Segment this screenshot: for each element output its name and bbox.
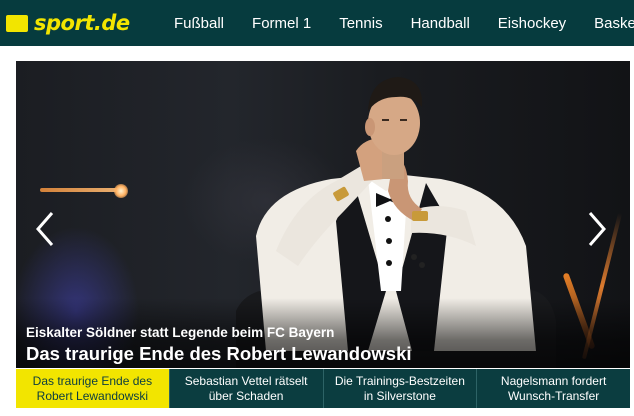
- teaser-line: Robert Lewandowski: [36, 388, 149, 403]
- nav-item-eishockey[interactable]: Eishockey: [498, 15, 566, 32]
- teaser-line: Die Trainings-Bestzeiten: [334, 373, 465, 388]
- nav-item-basketball[interactable]: Basketball: [594, 15, 634, 32]
- main-nav: Fußball Formel 1 Tennis Handball Eishock…: [174, 0, 634, 46]
- hero-kicker[interactable]: Eiskalter Söldner statt Legende beim FC …: [26, 325, 334, 340]
- nav-item-formel-1[interactable]: Formel 1: [252, 15, 311, 32]
- hero-headline[interactable]: Das traurige Ende des Robert Lewandowski: [26, 343, 412, 365]
- hero-slider[interactable]: Eiskalter Söldner statt Legende beim FC …: [16, 61, 630, 368]
- chevron-left-icon[interactable]: [34, 211, 56, 247]
- teaser-line: Das traurige Ende des: [32, 373, 153, 388]
- teaser-title: Sebastian Vettel rätselt über Schaden: [185, 374, 308, 404]
- teaser-line: Sebastian Vettel rätselt: [184, 373, 308, 388]
- teaser-line: Wunsch-Transfer: [507, 388, 600, 403]
- nav-item-tennis[interactable]: Tennis: [339, 15, 382, 32]
- nav-item-handball[interactable]: Handball: [411, 15, 470, 32]
- teaser-line: über Schaden: [208, 388, 284, 403]
- logo-text: sport.de: [34, 11, 130, 35]
- nav-item-fussball[interactable]: Fußball: [174, 15, 224, 32]
- teaser-item[interactable]: Nagelsmann fordert Wunsch-Transfer: [477, 369, 630, 408]
- teaser-item[interactable]: Die Trainings-Bestzeiten in Silverstone: [323, 369, 478, 408]
- teaser-line: in Silverstone: [363, 388, 436, 403]
- teaser-item[interactable]: Das traurige Ende des Robert Lewandowski: [16, 369, 170, 408]
- teaser-title: Nagelsmann fordert Wunsch-Transfer: [501, 374, 606, 404]
- teaser-title: Das traurige Ende des Robert Lewandowski: [33, 374, 152, 404]
- stage-light: [40, 188, 118, 192]
- site-header: sport.de Fußball Formel 1 Tennis Handbal…: [0, 0, 634, 46]
- chevron-right-icon[interactable]: [586, 211, 608, 247]
- teaser-item[interactable]: Sebastian Vettel rätselt über Schaden: [169, 369, 324, 408]
- stage-light-dot: [114, 184, 128, 198]
- teaser-title: Die Trainings-Bestzeiten in Silverstone: [335, 374, 465, 404]
- teaser-line: Nagelsmann fordert: [500, 373, 607, 388]
- teaser-strip: Das traurige Ende des Robert Lewandowski…: [16, 369, 630, 408]
- logo-mark-icon: [6, 14, 28, 32]
- site-logo[interactable]: sport.de: [6, 0, 158, 46]
